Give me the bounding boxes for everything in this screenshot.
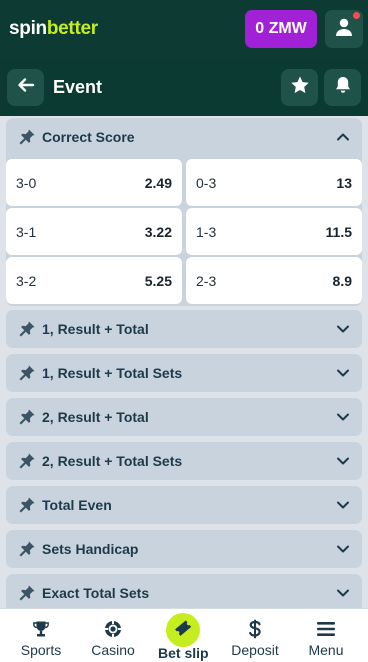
odd-label: 2-3	[196, 273, 217, 289]
pin-icon[interactable]	[18, 539, 38, 559]
page-title: Event	[53, 77, 103, 97]
market-header[interactable]: 2, Result + Total	[6, 398, 362, 436]
market-title: 2, Result + Total	[42, 409, 149, 425]
odd-label: 3-1	[16, 224, 37, 240]
nav-label: Sports	[20, 642, 62, 658]
chevron-down-icon[interactable]	[336, 542, 350, 556]
brand-logo[interactable]: spinbetter	[9, 18, 98, 40]
market-title: 2, Result + Total Sets	[42, 453, 183, 469]
market-header[interactable]: Total Even	[6, 486, 362, 524]
logo-text-better: better	[46, 18, 98, 39]
odd-button[interactable]: 1-3 11.5	[186, 208, 362, 255]
market-1-result-total-sets[interactable]: 1, Result + Total Sets	[6, 354, 362, 392]
odd-value: 13	[336, 175, 352, 191]
betslip-button[interactable]	[166, 613, 200, 647]
back-button[interactable]	[7, 69, 44, 106]
logo-text-spin: spin	[9, 18, 47, 39]
nav-casino[interactable]: Casino	[85, 609, 141, 662]
markets-list: Correct Score 3-0 2.49 0-3 13 3-1 3.22 1…	[0, 116, 368, 608]
odd-label: 3-2	[16, 273, 37, 289]
nav-label: Casino	[91, 642, 135, 658]
market-2-result-total-sets[interactable]: 2, Result + Total Sets	[6, 442, 362, 480]
arrow-left-icon	[17, 76, 35, 99]
favorite-button[interactable]	[281, 69, 318, 106]
odd-button[interactable]: 0-3 13	[186, 159, 362, 206]
market-exact-total-sets[interactable]: Exact Total Sets	[6, 574, 362, 608]
market-title: Total Even	[42, 497, 112, 513]
odd-value: 5.25	[144, 273, 172, 289]
odd-value: 2.49	[144, 175, 172, 191]
chevron-down-icon[interactable]	[336, 322, 350, 336]
menu-icon	[317, 619, 335, 639]
market-header[interactable]: 2, Result + Total Sets	[6, 442, 362, 480]
user-icon	[334, 17, 354, 42]
star-icon	[290, 75, 310, 100]
nav-label: Deposit	[231, 642, 279, 658]
market-title: Exact Total Sets	[42, 585, 150, 601]
notifications-button[interactable]	[324, 69, 361, 106]
pin-icon[interactable]	[18, 583, 38, 603]
chevron-down-icon[interactable]	[336, 498, 350, 512]
market-correct-score: Correct Score 3-0 2.49 0-3 13 3-1 3.22 1…	[6, 118, 362, 306]
market-1-result-total[interactable]: 1, Result + Total	[6, 310, 362, 348]
nav-menu[interactable]: Menu	[304, 609, 348, 662]
market-header[interactable]: 1, Result + Total	[6, 310, 362, 348]
pin-icon[interactable]	[18, 363, 38, 383]
odd-button[interactable]: 3-1 3.22	[6, 208, 182, 255]
odd-value: 3.22	[144, 224, 172, 240]
pin-icon[interactable]	[18, 451, 38, 471]
chevron-up-icon[interactable]	[336, 130, 350, 144]
nav-sports[interactable]: Sports	[15, 609, 67, 662]
odd-label: 0-3	[196, 175, 217, 191]
chevron-down-icon[interactable]	[336, 454, 350, 468]
chevron-down-icon[interactable]	[336, 586, 350, 600]
balance-button[interactable]: 0 ZMW	[245, 10, 317, 48]
ticket-icon	[173, 618, 193, 643]
pin-icon[interactable]	[18, 127, 38, 147]
market-title: 1, Result + Total Sets	[42, 365, 183, 381]
nav-label: Menu	[308, 642, 344, 658]
trophy-icon	[32, 619, 50, 639]
market-sets-handicap[interactable]: Sets Handicap	[6, 530, 362, 568]
chevron-down-icon[interactable]	[336, 410, 350, 424]
chevron-down-icon[interactable]	[336, 366, 350, 380]
market-title: Sets Handicap	[42, 541, 139, 557]
odd-value: 8.9	[332, 273, 352, 289]
market-title: 1, Result + Total	[42, 321, 149, 337]
market-header[interactable]: 1, Result + Total Sets	[6, 354, 362, 392]
nav-deposit[interactable]: Deposit	[225, 609, 285, 662]
market-2-result-total[interactable]: 2, Result + Total	[6, 398, 362, 436]
market-header[interactable]: Correct Score	[6, 118, 362, 156]
notification-dot	[353, 12, 360, 19]
bell-icon	[333, 75, 353, 100]
market-title: Correct Score	[42, 129, 135, 145]
nav-betslip-label[interactable]: Bet slip	[158, 645, 209, 661]
market-header[interactable]: Sets Handicap	[6, 530, 362, 568]
odd-button[interactable]: 2-3 8.9	[186, 257, 362, 304]
odd-value: 11.5	[325, 224, 352, 240]
dollar-icon	[248, 619, 262, 639]
odd-button[interactable]: 3-2 5.25	[6, 257, 182, 304]
casino-chip-icon	[104, 619, 122, 639]
pin-icon[interactable]	[18, 495, 38, 515]
pin-icon[interactable]	[18, 319, 38, 339]
pin-icon[interactable]	[18, 407, 38, 427]
odd-label: 1-3	[196, 224, 217, 240]
odd-label: 3-0	[16, 175, 37, 191]
market-header[interactable]: Exact Total Sets	[6, 574, 362, 608]
odd-button[interactable]: 3-0 2.49	[6, 159, 182, 206]
market-total-even[interactable]: Total Even	[6, 486, 362, 524]
